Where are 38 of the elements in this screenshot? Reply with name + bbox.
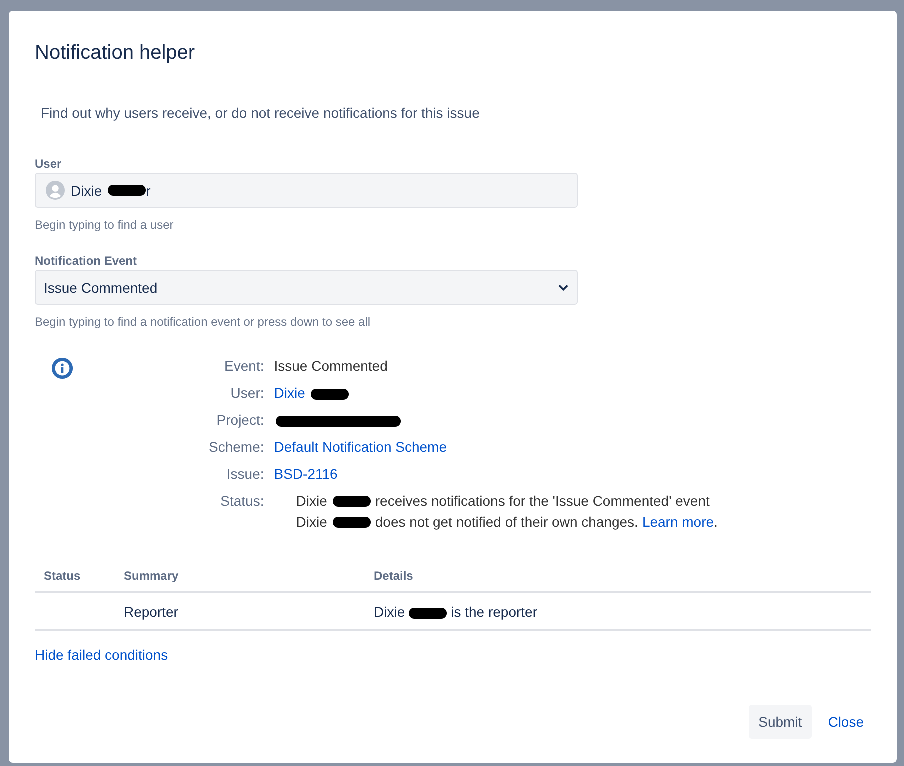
avatar-icon: [46, 181, 65, 200]
column-header: Summary: [115, 563, 365, 592]
detail-label: Status:: [220, 492, 264, 511]
column-header: Details: [365, 563, 871, 592]
detail-label: Issue:: [226, 465, 264, 483]
status-name: Dixie: [296, 513, 328, 531]
field-label: Notification Event: [35, 254, 138, 268]
status-text: receives notifications for the 'Issue Commented' event: [375, 492, 710, 510]
detail-label: Scheme:: [209, 438, 264, 456]
status-name: Dixie: [374, 604, 406, 620]
close-button[interactable]: Close: [818, 705, 874, 739]
table-cell: Reporter: [124, 604, 178, 620]
detail-value: Issue Commented: [274, 358, 388, 374]
detail-link[interactable]: Default Notification Scheme: [274, 439, 448, 455]
detail-link[interactable]: Dixie: [274, 385, 306, 401]
info-icon: [51, 357, 74, 380]
hide-failed-link[interactable]: Hide failed conditions: [35, 647, 168, 663]
name-fragment: r: [146, 182, 151, 198]
status-name: Dixie: [296, 492, 328, 510]
chevron-down-icon: [558, 284, 569, 292]
dialog-description: Find out why users receive, or do not receive notifications for this issue: [41, 105, 480, 121]
punctuation: .: [714, 513, 718, 531]
detail-label: Event:: [224, 357, 264, 375]
help-text: Begin typing to find a notification event or press down to see all: [35, 315, 371, 329]
column-header: Status: [35, 563, 115, 592]
detail-label: User:: [230, 384, 264, 402]
help-text: Begin typing to find a user: [35, 218, 174, 232]
event-select[interactable]: Issue Commented: [35, 270, 578, 305]
detail-label: Project:: [216, 411, 264, 429]
submit-button[interactable]: Submit: [748, 705, 812, 739]
table-cell: is the reporter: [451, 604, 538, 620]
status-text: does not get notified of their own changes.: [375, 513, 638, 531]
user-name: Dixie: [71, 182, 102, 198]
learn-more-link[interactable]: Learn more: [642, 513, 714, 531]
dialog-title: Notification helper: [35, 42, 196, 65]
field-label: User: [35, 157, 62, 171]
user-field[interactable]: Dixie r: [35, 173, 578, 208]
detail-link[interactable]: BSD-2116: [274, 466, 338, 482]
